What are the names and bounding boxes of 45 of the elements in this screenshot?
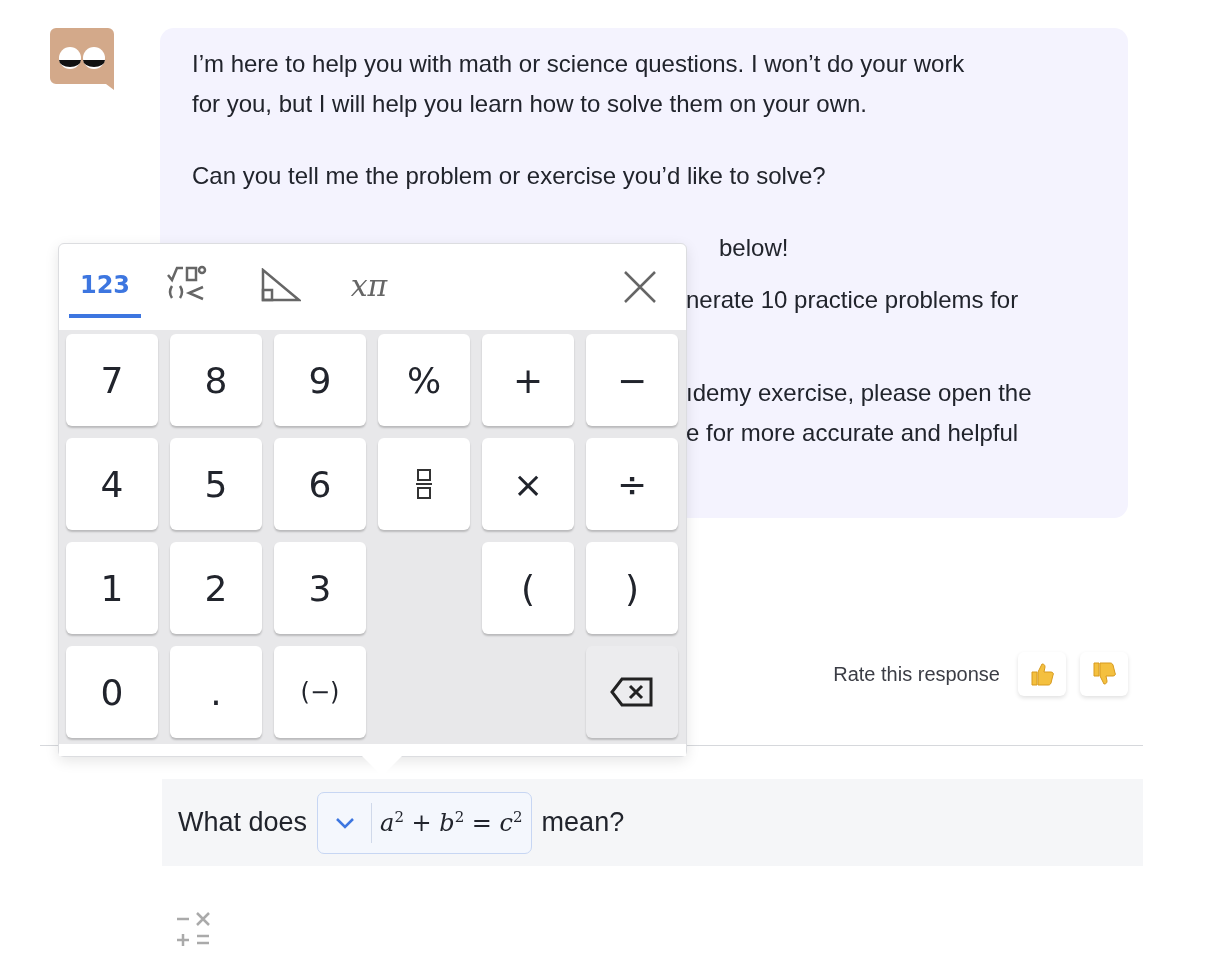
keypad-key[interactable]: . [170, 646, 262, 738]
backspace-icon [610, 677, 654, 707]
keypad-key[interactable]: 4 [66, 438, 158, 530]
keypad-tab[interactable]: 123 [69, 256, 141, 318]
chevron-down-icon [334, 816, 355, 829]
avatar-icon [50, 28, 114, 92]
keypad-key[interactable]: 9 [274, 334, 366, 426]
fraction-key[interactable] [378, 438, 470, 530]
triangle-icon [261, 268, 301, 302]
backspace-key[interactable] [586, 646, 678, 738]
keypad-tab[interactable]: xπ [333, 256, 405, 318]
fraction-icon [415, 468, 433, 500]
message-text: I’m here to help you with math or science questions. I won’t do your work for you, but I will help you learn how to solve them on your own. [192, 49, 966, 119]
keypad-key[interactable]: × [482, 438, 574, 530]
keypad-key[interactable]: 6 [274, 438, 366, 530]
message-text: below! [719, 234, 789, 261]
keypad-key[interactable]: (−) [274, 646, 366, 738]
keypad-key[interactable]: 5 [170, 438, 262, 530]
keypad-key[interactable]: 2 [170, 542, 262, 634]
input-text: mean? [541, 807, 625, 838]
thumbs-up-button[interactable] [1018, 652, 1066, 696]
message-text: Can you tell me the problem or exercise you’d like to solve? [192, 161, 827, 191]
math-expression: a$^{2}$ + b$^{2}$ = c$^{2}$ [380, 808, 523, 837]
keypad-key[interactable]: % [378, 334, 470, 426]
keypad-key[interactable]: 3 [274, 542, 366, 634]
keypad-key[interactable]: ÷ [586, 438, 678, 530]
rate-label: Rate this response [833, 662, 1000, 686]
thumbs-down-button[interactable] [1080, 652, 1128, 696]
keypad-key[interactable]: − [586, 334, 678, 426]
keypad-key[interactable]: + [482, 334, 574, 426]
keypad-key[interactable]: ( [482, 542, 574, 634]
close-icon [623, 270, 657, 304]
keypad-key[interactable]: 0 [66, 646, 158, 738]
message-text: e for more accurate and helpful [686, 419, 1019, 446]
math-field[interactable]: a$^{2}$ + b$^{2}$ = c$^{2}$ [317, 791, 532, 854]
keypad-key[interactable]: 1 [66, 542, 158, 634]
input-text: What does [178, 807, 308, 838]
message-text: nerate 10 practice problems for [686, 286, 1019, 313]
keypad-key[interactable]: 8 [170, 334, 262, 426]
thumbs-down-icon [1091, 661, 1117, 687]
keypad-key[interactable]: 7 [66, 334, 158, 426]
message-text: ıdemy exercise, please open the [686, 379, 1032, 406]
message-input[interactable]: What does a$^{2}$ + b$^{2}$ = c$^{2}$ mean? [162, 779, 1143, 866]
thumbs-up-icon [1029, 661, 1055, 687]
keypad-key[interactable]: ) [586, 542, 678, 634]
